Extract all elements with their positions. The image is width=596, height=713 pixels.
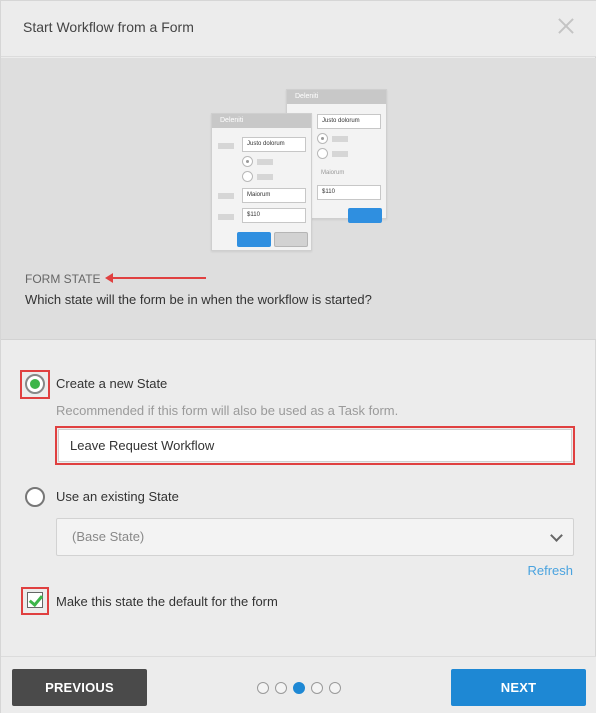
state-name-input[interactable]: Leave Request Workflow [58,429,572,462]
refresh-link[interactable]: Refresh [527,563,573,578]
illustration-blue-button [237,232,271,247]
chevron-down-icon[interactable] [549,530,563,544]
illustration-placeholder-bar [257,159,273,165]
existing-state-select[interactable]: (Base State) [56,518,574,556]
existing-state-label: Use an existing State [56,489,179,504]
illustration-radio [317,148,328,159]
illustration-placeholder-bar [218,193,234,199]
illustration-placeholder-bar [332,151,348,157]
annotation-arrow [105,273,206,283]
step-dot [311,682,323,694]
existing-state-select-value: (Base State) [72,529,145,544]
illustration-front-card: Deleniti Justo dolorum Maiorum $110 [211,113,312,251]
illustration-field: Justo dolorum [242,137,306,152]
new-state-radio[interactable] [25,374,45,394]
illustration-placeholder-bar [218,214,234,220]
existing-state-radio[interactable] [25,487,45,507]
start-workflow-dialog: Start Workflow from a Form Deleniti Just… [0,0,596,713]
illustration-radio [317,133,328,144]
form-state-banner: Deleniti Justo dolorum Maiorum $110 Dele… [1,58,596,340]
new-state-label: Create a new State [56,376,168,391]
form-state-label: FORM STATE [25,272,101,286]
illustration-card-title: Deleniti [287,90,386,104]
illustration-field: Maiorum [242,188,306,203]
dialog-header: Start Workflow from a Form [1,1,596,57]
illustration-radio [242,171,253,182]
illustration-field: $110 [317,185,381,200]
step-dot [329,682,341,694]
step-dot [257,682,269,694]
step-dot [275,682,287,694]
new-state-hint: Recommended if this form will also be us… [56,403,399,418]
previous-button[interactable]: PREVIOUS [12,669,147,706]
next-button[interactable]: NEXT [451,669,586,706]
default-state-label: Make this state the default for the form [56,594,278,609]
illustration-placeholder-bar [218,143,234,149]
close-icon[interactable] [557,17,575,35]
default-state-checkbox[interactable] [27,592,43,608]
illustration-field: $110 [242,208,306,223]
illustration-card-title: Deleniti [212,114,311,128]
illustration-field: Justo dolorum [317,114,381,129]
illustration-placeholder-bar [332,136,348,142]
illustration-radio [242,156,253,167]
dialog-footer: PREVIOUS NEXT [1,656,596,713]
illustration-gray-button [274,232,308,247]
form-state-question: Which state will the form be in when the… [25,292,372,307]
illustration-blue-button [348,208,382,223]
dialog-title: Start Workflow from a Form [23,19,194,35]
illustration-field-label: Maiorum [321,170,345,176]
illustration-placeholder-bar [257,174,273,180]
step-dot-current [293,682,305,694]
